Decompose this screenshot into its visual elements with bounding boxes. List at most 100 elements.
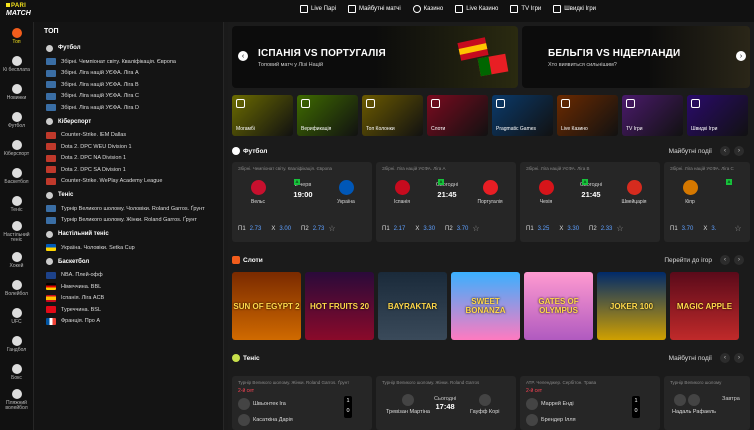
- league-name: Збірні. Ліга націй УЄФА. Ліга С: [670, 166, 734, 171]
- league-name: Турнір Великого шолому. Жінки. Roland Ga…: [238, 380, 350, 385]
- tennis-match-card[interactable]: ATP. Челенджер. Сербітон. Трава 2-й сет Ма…: [520, 376, 660, 430]
- odd-draw[interactable]: 3.00: [279, 226, 291, 232]
- tennis-match-card[interactable]: Турнір Великого шолому. Жінки. Roland Ga…: [376, 376, 516, 430]
- banner-next-arrow[interactable]: ›: [736, 51, 746, 61]
- favorite-star-icon[interactable]: ☆: [616, 224, 625, 233]
- sidebar-league-item[interactable]: Україна. Чоловіки. Setka Cup: [34, 242, 223, 254]
- tennis-match-card[interactable]: Турнір Великого шолому. Жінки. Roland Ga…: [232, 376, 372, 430]
- favorite-star-icon[interactable]: ☆: [328, 224, 337, 233]
- sidebar-league-item[interactable]: Турнір Великого шолому. Чоловіки. Roland…: [34, 203, 223, 215]
- prev-arrow[interactable]: ‹: [720, 255, 730, 265]
- football-match-card[interactable]: Збірні. Ліга націй УЄФА. Ліга С Кіпр A П1 3.…: [664, 162, 750, 242]
- category-tile[interactable]: Слоти: [427, 95, 488, 136]
- sidebar-league-item[interactable]: Counter-Strike. IEM Dallas: [34, 130, 223, 142]
- category-tile[interactable]: Live Казино: [557, 95, 618, 136]
- slot-game-tile[interactable]: GATES OF OLYMPUS: [524, 272, 593, 340]
- sidebar-league-item[interactable]: Збірні. Ліга націй УЄФА. Ліга D: [34, 102, 223, 114]
- sidebar-league-item[interactable]: Франція. Про А: [34, 316, 223, 328]
- nav-live-casino[interactable]: Live Казино: [455, 5, 498, 13]
- odd-away[interactable]: 2.33: [601, 226, 613, 232]
- go-to-games-link[interactable]: Перейти до ігор: [664, 257, 712, 264]
- sidebar-league-item[interactable]: Counter-Strike. WePlay Academy League: [34, 176, 223, 188]
- banner-belgium-netherlands[interactable]: БЕЛЬГІЯ VS НІДЕРЛАНДИ Хто виявиться силь…: [522, 26, 750, 88]
- tennis-match-card[interactable]: Турнір Великого шолому Завтра Надаль Рафае…: [664, 376, 750, 430]
- upcoming-events-link[interactable]: Майбутні події: [669, 148, 712, 155]
- rail-item[interactable]: Футбол: [0, 106, 33, 134]
- rail-item[interactable]: Волейбол: [0, 274, 33, 302]
- odd-away[interactable]: 3.70: [457, 226, 469, 232]
- category-tile[interactable]: TV Ігри: [622, 95, 683, 136]
- rail-item[interactable]: Топ: [0, 22, 33, 50]
- home-team: Кіпр: [670, 180, 710, 205]
- rail-item[interactable]: Кі бесплата: [0, 50, 33, 78]
- match-time: Сьогодні 17:48: [434, 396, 456, 411]
- category-tile[interactable]: Pragmatic Games: [492, 95, 553, 136]
- slot-game-tile[interactable]: SWEET BONANZA: [451, 272, 520, 340]
- category-tile[interactable]: Швидкі Ігри: [687, 95, 748, 136]
- odd-draw[interactable]: 3.: [711, 226, 716, 232]
- rail-item[interactable]: Теніс: [0, 190, 33, 218]
- banner-spain-portugal[interactable]: ‹ ІСПАНІЯ VS ПОРТУГАЛІЯ Топовий матч у Л…: [232, 26, 518, 88]
- sidebar-group[interactable]: Настільний теніс: [34, 226, 223, 242]
- sidebar-league-item[interactable]: Збірні. Ліга націй УЄФА. Ліга C: [34, 91, 223, 103]
- rail-item[interactable]: Хокей: [0, 246, 33, 274]
- odd-draw[interactable]: 3.30: [567, 226, 579, 232]
- sidebar-league-item[interactable]: Збірні. Ліга націй УЄФА. Ліга А: [34, 68, 223, 80]
- favorite-star-icon[interactable]: ☆: [472, 224, 481, 233]
- parimatch-logo[interactable]: PARI MATCH: [6, 3, 38, 19]
- football-match-card[interactable]: Збірні. Чемпіонат світу. Кваліфікація. Є…: [232, 162, 372, 242]
- rail-item[interactable]: Кіберспорт: [0, 134, 33, 162]
- sidebar-league-item[interactable]: Dota 2. DPC NA Division 1: [34, 153, 223, 165]
- slot-game-tile[interactable]: SUN OF EGYPT 2: [232, 272, 301, 340]
- rail-item[interactable]: UFC: [0, 302, 33, 330]
- upcoming-events-link[interactable]: Майбутні події: [669, 355, 712, 362]
- odd-home[interactable]: 2.73: [250, 226, 262, 232]
- banner-prev-arrow[interactable]: ‹: [238, 51, 248, 61]
- flags-image: [457, 37, 509, 77]
- slot-game-tile[interactable]: JOKER 100: [597, 272, 666, 340]
- nav-fast-games[interactable]: Швидкі Ігри: [553, 5, 596, 13]
- rail-item[interactable]: Новинки: [0, 78, 33, 106]
- category-tile[interactable]: Топ Колонки: [362, 95, 423, 136]
- sidebar-group[interactable]: Теніс: [34, 187, 223, 203]
- nav-upcoming[interactable]: Майбутні матчі: [348, 5, 401, 13]
- rail-item[interactable]: Настільний теніс: [0, 218, 33, 246]
- favorite-star-icon[interactable]: ☆: [734, 224, 743, 233]
- odd-home[interactable]: 3.25: [538, 226, 550, 232]
- rail-item[interactable]: Гандбол: [0, 330, 33, 358]
- football-match-card[interactable]: Збірні. Ліга націй УЄФА. Ліга В Чехія A Сьо…: [520, 162, 660, 242]
- next-arrow[interactable]: ›: [734, 353, 744, 363]
- nav-live-pari[interactable]: Live Парі: [300, 5, 336, 13]
- sidebar-league-item[interactable]: Збірні. Чемпіонат світу. Кваліфікація. Є…: [34, 56, 223, 68]
- category-tile[interactable]: Могамбі: [232, 95, 293, 136]
- sidebar-league-item[interactable]: Dota 2. DPC WEU Division 1: [34, 141, 223, 153]
- sidebar-league-item[interactable]: Збірні. Ліга націй УЄФА. Ліга B: [34, 79, 223, 91]
- rail-item[interactable]: Пляжний волейбол: [0, 386, 33, 414]
- sidebar-group[interactable]: Футбол: [34, 40, 223, 56]
- odd-away[interactable]: 2.73: [313, 226, 325, 232]
- rail-item[interactable]: Бокс: [0, 358, 33, 386]
- nav-casino[interactable]: Казино: [412, 5, 443, 13]
- sidebar-league-item[interactable]: NBA. Плей-офф: [34, 270, 223, 282]
- sidebar-league-item[interactable]: Туреччина. BSL: [34, 304, 223, 316]
- sidebar-league-item[interactable]: Турнір Великого шолому. Жінки. Roland Ga…: [34, 215, 223, 227]
- slot-game-tile[interactable]: BAYRAKTAR: [378, 272, 447, 340]
- sidebar-league-item[interactable]: Іспанія. Ліга ACB: [34, 293, 223, 305]
- rail-item[interactable]: Баскетбол: [0, 162, 33, 190]
- next-arrow[interactable]: ›: [734, 146, 744, 156]
- slot-game-tile[interactable]: HOT FRUITS 20: [305, 272, 374, 340]
- slot-game-tile[interactable]: MAGIC APPLE: [670, 272, 739, 340]
- odd-home[interactable]: 3.70: [682, 226, 694, 232]
- prev-arrow[interactable]: ‹: [720, 146, 730, 156]
- sidebar-league-item[interactable]: Німеччина. BBL: [34, 281, 223, 293]
- odd-home[interactable]: 2.17: [394, 226, 406, 232]
- sidebar-group[interactable]: Кіберспорт: [34, 114, 223, 130]
- nav-tv-games[interactable]: TV Ігри: [510, 5, 541, 13]
- odd-draw[interactable]: 3.30: [423, 226, 435, 232]
- sidebar-league-item[interactable]: Dota 2. DPC SA Division 1: [34, 164, 223, 176]
- next-arrow[interactable]: ›: [734, 255, 744, 265]
- football-match-card[interactable]: Збірні. Ліга націй УЄФА. Ліга А Іспанія A С…: [376, 162, 516, 242]
- category-tile[interactable]: Верификація: [297, 95, 358, 136]
- sidebar-group[interactable]: Баскетбол: [34, 254, 223, 270]
- prev-arrow[interactable]: ‹: [720, 353, 730, 363]
